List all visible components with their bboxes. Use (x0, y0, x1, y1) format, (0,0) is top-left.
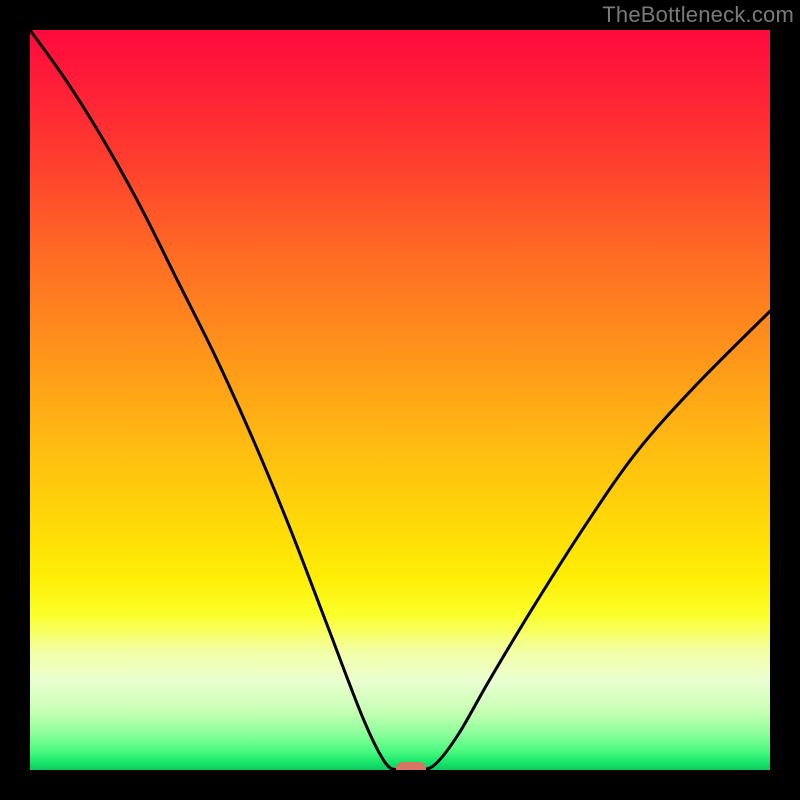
bottleneck-curve (30, 30, 770, 770)
optimal-marker (396, 762, 426, 770)
chart-frame: TheBottleneck.com (0, 0, 800, 800)
attribution-label: TheBottleneck.com (602, 2, 794, 28)
plot-area (30, 30, 770, 770)
